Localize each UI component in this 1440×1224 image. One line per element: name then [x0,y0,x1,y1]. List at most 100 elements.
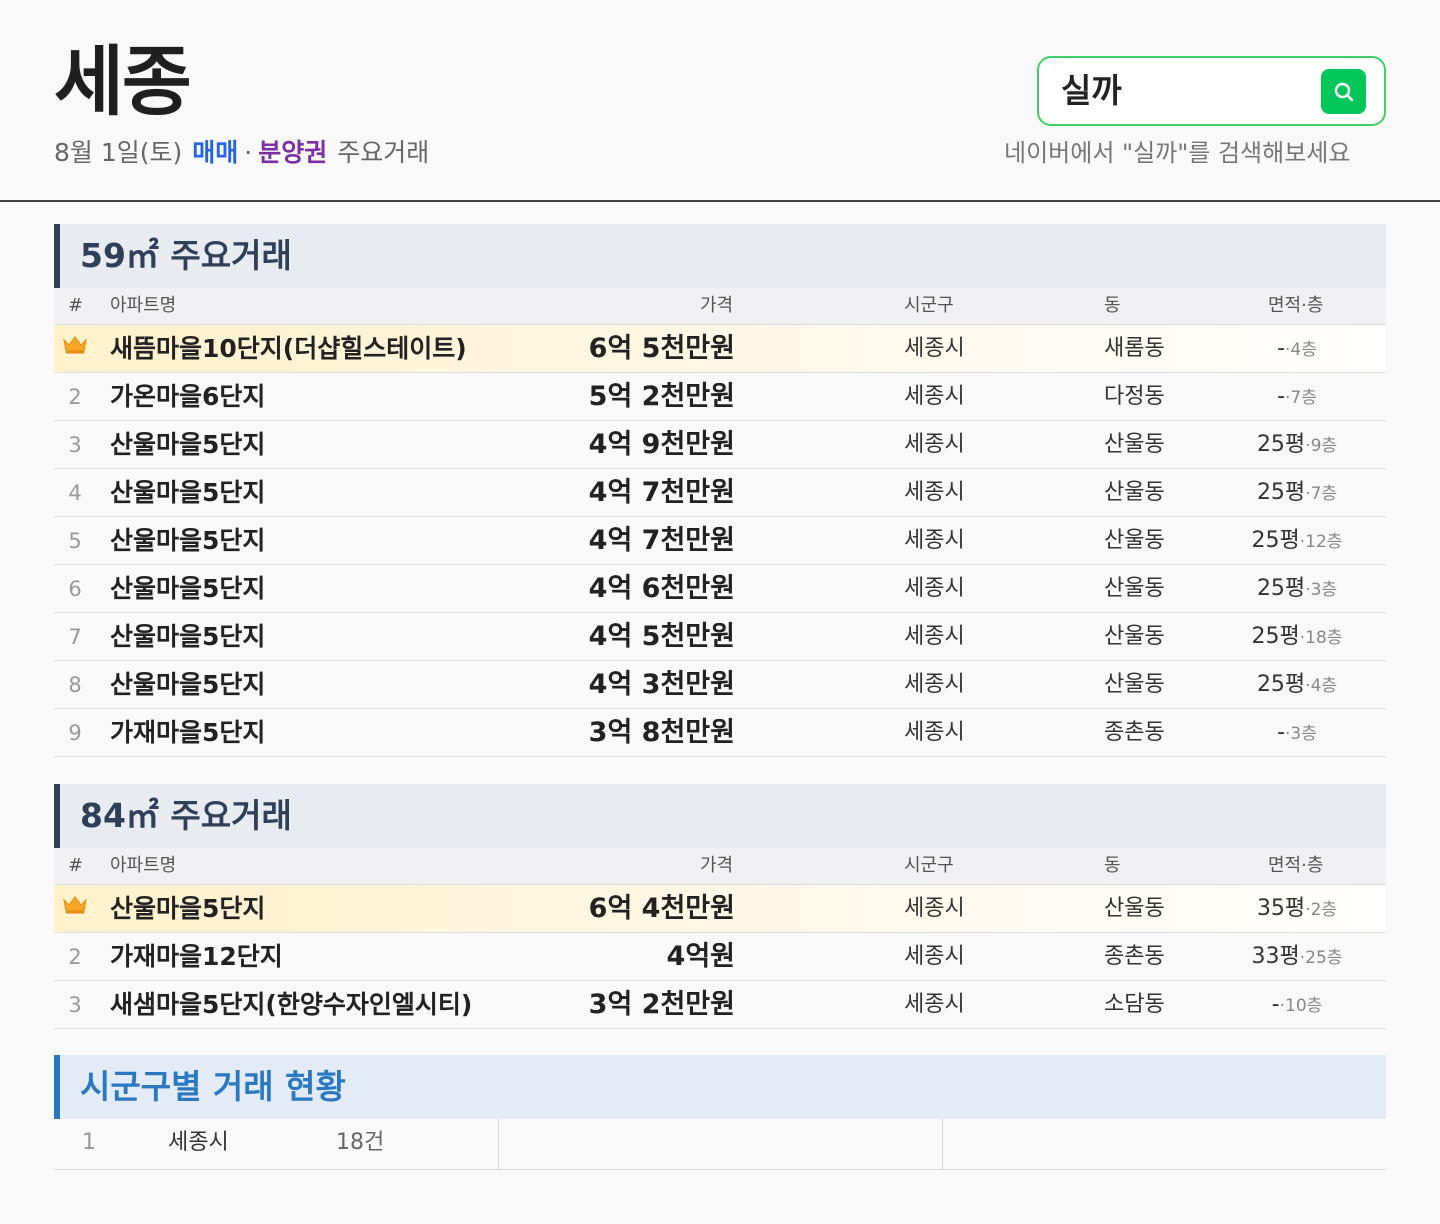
table-row[interactable]: 4 산울마을5단지 4억 7천만원 세종시 산울동 25평·7층 [54,469,1386,517]
area: 25평 [1251,624,1300,649]
table-header: # 아파트명 가격 시군구 동 면적·층 [54,288,1386,325]
floor: ·12층 [1299,532,1343,552]
floor: ·10층 [1279,996,1323,1016]
district-rank: 1 [82,1130,96,1155]
area-floor: -·7층 [1204,382,1390,413]
area: 25평 [1256,672,1306,697]
district-stats-header: 시군구별 거래 현황 [54,1055,1386,1119]
row-rank: 6 [68,577,82,601]
table-row[interactable]: 3 새샘마을5단지(한양수자인엘시티) 3억 2천만원 세종시 소담동 -·10층 [54,981,1386,1029]
city: 세종시 [904,528,965,553]
city: 세종시 [904,384,965,409]
price: 3억 2천만원 [588,989,735,1020]
dong: 소담동 [1104,992,1165,1017]
price: 6억 5천만원 [588,333,735,364]
area: - [1277,384,1286,409]
apartment-name: 산울마을5단지 [110,430,266,459]
apartment-name: 가재마을12단지 [110,942,283,971]
area-floor: 33평·25층 [1204,942,1390,973]
row-rank: 3 [68,433,82,457]
crown-icon [62,334,88,364]
column-divider [942,1119,943,1169]
section-59-header: 59㎡ 주요거래 [54,224,1386,288]
city: 세종시 [904,944,965,969]
dong: 다정동 [1104,384,1165,409]
page-header: 세종 8월 1일(토) 매매 · 분양권 주요거래 실까 네이버에서 "실까"를 검색해… [0,0,1440,202]
area: - [1277,336,1286,361]
floor: ·9층 [1305,436,1338,456]
floor: ·18층 [1299,628,1343,648]
area: 35평 [1256,896,1306,921]
floor: ·4층 [1285,340,1317,360]
table-row[interactable]: 2 가재마을12단지 4억원 세종시 종촌동 33평·25층 [54,933,1386,981]
page-subtitle: 8월 1일(토) 매매 · 분양권 주요거래 [54,136,429,170]
col-rank: # [68,295,84,316]
table-row[interactable]: 8 산울마을5단지 4억 3천만원 세종시 산울동 25평·4층 [54,661,1386,709]
district-row: 1 세종시 18건 [54,1119,1386,1170]
search-query[interactable]: 실까 [1061,70,1122,112]
col-name: 아파트명 [110,855,177,876]
area-floor: 25평·3층 [1204,574,1390,605]
dong: 산울동 [1104,624,1165,649]
dong: 종촌동 [1104,720,1165,745]
col-city: 시군구 [904,855,954,876]
col-area: 면적·층 [1268,855,1324,876]
separator-dot: · [244,138,253,167]
city: 세종시 [904,992,965,1017]
city: 세종시 [904,480,965,505]
price: 4억 7천만원 [588,525,735,556]
col-city: 시군구 [904,295,954,316]
price: 4억 5천만원 [588,621,735,652]
area: 33평 [1251,944,1300,969]
table-row[interactable]: 3 산울마을5단지 4억 9천만원 세종시 산울동 25평·9층 [54,421,1386,469]
table-row[interactable]: 새뜸마을10단지(더샵힐스테이트) 6억 5천만원 세종시 새롬동 -·4층 [54,325,1386,373]
area-floor: 35평·2층 [1204,894,1390,925]
floor: ·2층 [1305,900,1338,920]
city: 세종시 [904,896,965,921]
col-price: 가격 [700,295,734,316]
section-title: 59㎡ 주요거래 [80,236,292,275]
price: 4억 9천만원 [588,429,735,460]
floor: ·4층 [1305,676,1338,696]
search-box[interactable]: 실까 [1037,56,1386,126]
city: 세종시 [904,336,965,361]
row-rank: 9 [68,721,82,745]
table-row[interactable]: 9 가재마을5단지 3억 8천만원 세종시 종촌동 -·3층 [54,709,1386,757]
price: 4억원 [666,941,735,972]
col-area: 면적·층 [1268,295,1324,316]
search-hint: 네이버에서 "실까"를 검색해보세요 [1004,139,1351,167]
column-divider [498,1119,499,1169]
apartment-name: 가재마을5단지 [110,718,266,747]
district-name: 세종시 [168,1130,229,1155]
area-floor: -·3층 [1204,718,1390,749]
row-rank: 4 [68,481,82,505]
apartment-name: 산울마을5단지 [110,526,266,555]
table-row[interactable]: 5 산울마을5단지 4억 7천만원 세종시 산울동 25평·12층 [54,517,1386,565]
dong: 산울동 [1104,896,1165,921]
area-floor: 25평·9층 [1204,430,1390,461]
dong: 새롬동 [1104,336,1165,361]
date-label: 8월 1일(토) [54,138,183,167]
row-rank: 3 [68,993,82,1017]
dong: 산울동 [1104,672,1165,697]
area-floor: 25평·7층 [1204,478,1390,509]
apartment-name: 산울마을5단지 [110,622,266,651]
search-button[interactable] [1321,69,1366,114]
price: 4억 7천만원 [588,477,735,508]
col-price: 가격 [700,855,734,876]
area-floor: -·4층 [1204,334,1390,365]
sale-label: 매매 [192,138,239,167]
table-row[interactable]: 2 가온마을6단지 5억 2천만원 세종시 다정동 -·7층 [54,373,1386,421]
table-row[interactable]: 산울마을5단지 6억 4천만원 세종시 산울동 35평·2층 [54,885,1386,933]
section-title: 84㎡ 주요거래 [80,796,292,835]
row-rank: 2 [68,945,82,969]
dong: 산울동 [1104,432,1165,457]
dong: 종촌동 [1104,944,1165,969]
table-row[interactable]: 6 산울마을5단지 4억 6천만원 세종시 산울동 25평·3층 [54,565,1386,613]
dong: 산울동 [1104,528,1165,553]
apartment-name: 가온마을6단지 [110,382,266,411]
apartment-name: 산울마을5단지 [110,894,266,923]
area-floor: 25평·4층 [1204,670,1390,701]
table-row[interactable]: 7 산울마을5단지 4억 5천만원 세종시 산울동 25평·18층 [54,613,1386,661]
price: 4억 6천만원 [588,573,735,604]
